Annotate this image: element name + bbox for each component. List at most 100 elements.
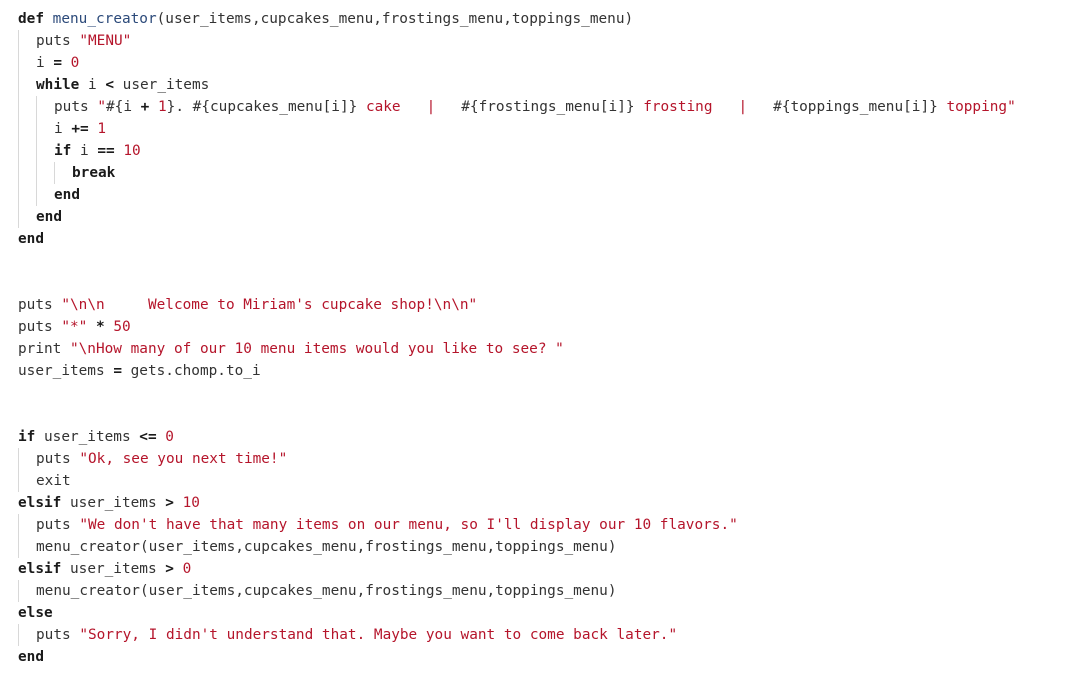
indent-guide	[18, 536, 19, 558]
code-line[interactable]	[0, 250, 1067, 272]
code-line[interactable]: end	[0, 206, 1067, 228]
code-line[interactable]: elsif user_items > 0	[0, 558, 1067, 580]
code-token-keyword: else	[18, 605, 53, 621]
code-token-string: "\nHow many of our 10 menu items would y…	[69, 341, 564, 357]
code-token-plain: #{frostings_menu[i]}	[461, 99, 635, 115]
code-token-plain: puts	[36, 33, 80, 49]
indent-guide	[18, 580, 19, 602]
code-line[interactable]: user_items = gets.chomp.to_i	[0, 360, 1067, 382]
code-token-keyword: end	[54, 187, 80, 203]
code-token-plain: }. #{cupcakes_menu[i]}	[166, 99, 358, 115]
code-token-op: *	[96, 319, 105, 335]
code-token-plain: puts	[54, 99, 98, 115]
code-line[interactable]	[0, 272, 1067, 294]
code-line[interactable]: puts "#{i + 1}. #{cupcakes_menu[i]} cake…	[0, 96, 1067, 118]
code-token-plain: puts	[36, 451, 80, 467]
indent-guide	[36, 184, 37, 206]
code-token-plain: menu_creator(user_items,cupcakes_menu,fr…	[36, 583, 617, 599]
code-token-plain: print	[18, 341, 70, 357]
indent-guide	[36, 162, 37, 184]
code-line[interactable]: while i < user_items	[0, 74, 1067, 96]
indent-guide	[54, 162, 55, 184]
code-token-string: "\n\n Welcome to Miriam's cupcake shop!\…	[61, 297, 478, 313]
code-line[interactable]: end	[0, 646, 1067, 668]
indent-guide	[18, 74, 19, 96]
code-line[interactable]: print "\nHow many of our 10 menu items w…	[0, 338, 1067, 360]
code-line[interactable]: puts "*" * 50	[0, 316, 1067, 338]
code-line[interactable]: puts "We don't have that many items on o…	[0, 514, 1067, 536]
code-line[interactable]: menu_creator(user_items,cupcakes_menu,fr…	[0, 580, 1067, 602]
code-token-keyword: break	[72, 165, 116, 181]
code-token-string: "We don't have that many items on our me…	[79, 517, 738, 533]
code-token-string: "*"	[61, 319, 88, 335]
code-line[interactable]: i = 0	[0, 52, 1067, 74]
code-token-plain: #{i	[106, 99, 141, 115]
code-line[interactable]: puts "MENU"	[0, 30, 1067, 52]
code-line[interactable]	[0, 382, 1067, 404]
code-token-keyword: elsif	[18, 561, 62, 577]
code-token-number: 1	[158, 99, 167, 115]
indent-guide	[18, 448, 19, 470]
code-line[interactable]: exit	[0, 470, 1067, 492]
code-token-op: <=	[139, 429, 157, 445]
code-token-op: >	[165, 495, 174, 511]
code-token-keyword: elsif	[18, 495, 62, 511]
code-token-keyword: if	[18, 429, 36, 445]
code-token-plain: puts	[18, 319, 62, 335]
code-line[interactable]: elsif user_items > 10	[0, 492, 1067, 514]
indent-guide	[18, 184, 19, 206]
code-line[interactable]: menu_creator(user_items,cupcakes_menu,fr…	[0, 536, 1067, 558]
code-token-string: "Ok, see you next time!"	[79, 451, 288, 467]
code-token-keyword: end	[18, 231, 44, 247]
code-token-op: =	[113, 363, 122, 379]
code-line[interactable]	[0, 404, 1067, 426]
code-token-number: 10	[182, 495, 200, 511]
indent-guide	[18, 96, 19, 118]
indent-guide	[18, 470, 19, 492]
code-token-op: <	[105, 77, 114, 93]
code-line[interactable]: puts "Sorry, I didn't understand that. M…	[0, 624, 1067, 646]
code-line[interactable]: puts "Ok, see you next time!"	[0, 448, 1067, 470]
code-token-number: 50	[113, 319, 131, 335]
code-token-op: =	[53, 55, 62, 71]
code-line[interactable]: end	[0, 228, 1067, 250]
code-token-number: 0	[182, 561, 192, 577]
indent-guide	[18, 162, 19, 184]
code-token-plain: user_items	[18, 363, 114, 379]
code-token-string: "MENU"	[79, 33, 132, 49]
code-line[interactable]: if i == 10	[0, 140, 1067, 162]
code-line[interactable]: break	[0, 162, 1067, 184]
code-token-plain: puts	[36, 627, 80, 643]
code-token-string: cake |	[357, 99, 462, 115]
code-token-plain: i	[79, 77, 106, 93]
indent-guide	[18, 624, 19, 646]
code-line[interactable]: puts "\n\n Welcome to Miriam's cupcake s…	[0, 294, 1067, 316]
code-line[interactable]: if user_items <= 0	[0, 426, 1067, 448]
code-token-plain: user_items	[61, 495, 166, 511]
code-token-plain: menu_creator(user_items,cupcakes_menu,fr…	[36, 539, 617, 555]
code-token-plain: puts	[36, 517, 80, 533]
code-token-number: 0	[165, 429, 174, 445]
code-token-plain: exit	[36, 473, 71, 489]
code-token-number: 10	[123, 143, 141, 159]
code-token-plain: (user_items,cupcakes_menu,frostings_menu…	[156, 11, 634, 27]
code-line[interactable]: else	[0, 602, 1067, 624]
code-token-keyword: if	[54, 143, 72, 159]
indent-guide	[18, 206, 19, 228]
code-line[interactable]: i += 1	[0, 118, 1067, 140]
code-token-op: >	[165, 561, 174, 577]
code-line[interactable]: def menu_creator(user_items,cupcakes_men…	[0, 8, 1067, 30]
code-line[interactable]: end	[0, 184, 1067, 206]
code-editor[interactable]: def menu_creator(user_items,cupcakes_men…	[0, 8, 1067, 668]
indent-guide	[18, 30, 19, 52]
code-token-function: menu_creator	[52, 11, 157, 27]
code-token-plain: user_items	[35, 429, 140, 445]
code-token-plain: user_items	[61, 561, 166, 577]
